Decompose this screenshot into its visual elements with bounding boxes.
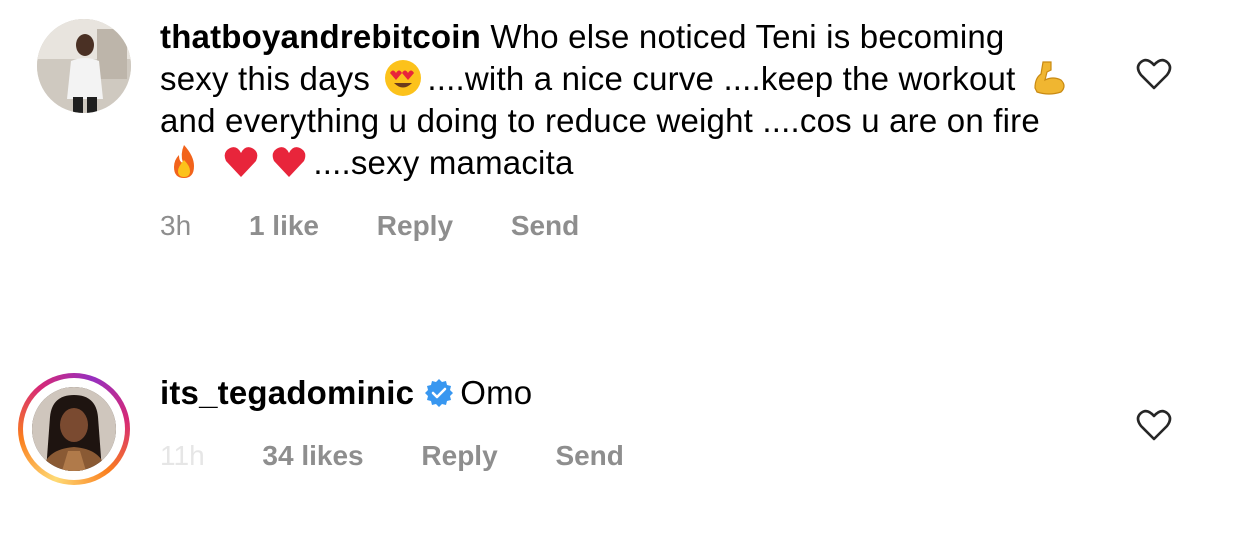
username[interactable]: its_tegadominic xyxy=(160,374,414,411)
comment-body: its_tegadominic Omo 11h 34 likes Reply Se… xyxy=(160,372,1080,472)
comment-body: thatboyandrebitcoin Who else noticed Ten… xyxy=(160,16,1080,242)
comment-text: thatboyandrebitcoin Who else noticed Ten… xyxy=(160,16,1080,184)
fire-emoji xyxy=(174,145,194,178)
send-button[interactable]: Send xyxy=(555,440,623,472)
comment-text-part: and everything u doing to reduce weight … xyxy=(160,102,1040,139)
comment-text: its_tegadominic Omo xyxy=(160,372,1080,414)
comment-item: thatboyandrebitcoin Who else noticed Ten… xyxy=(0,0,1242,320)
heart-eyes-emoji xyxy=(385,60,422,96)
avatar[interactable] xyxy=(37,19,131,113)
likes-count[interactable]: 34 likes xyxy=(262,440,363,472)
comment-text-part: ....sexy mamacita xyxy=(313,144,574,181)
story-ring[interactable] xyxy=(18,373,130,485)
timestamp: 3h xyxy=(160,210,192,241)
verified-badge-icon xyxy=(425,379,454,407)
likes-count[interactable]: 1 like xyxy=(249,210,319,242)
comment-item: its_tegadominic Omo 11h 34 likes Reply Se… xyxy=(0,360,1242,510)
send-button[interactable]: Send xyxy=(511,210,579,242)
comment-meta: 3h 1 like Reply Send xyxy=(160,210,1080,242)
story-ring-inner xyxy=(23,378,125,480)
avatar[interactable] xyxy=(32,387,116,471)
heart-outline-icon[interactable] xyxy=(1136,57,1172,91)
comment-text-part: Omo xyxy=(460,374,533,411)
comment-text-part xyxy=(208,144,217,181)
red-heart-emoji xyxy=(225,147,258,177)
reply-button[interactable]: Reply xyxy=(421,440,497,472)
username[interactable]: thatboyandrebitcoin xyxy=(160,18,481,55)
reply-button[interactable]: Reply xyxy=(377,210,453,242)
timestamp: 11h xyxy=(160,440,205,471)
flexed-biceps-emoji xyxy=(1034,61,1065,95)
comment-text-part: ....with a nice curve ....keep the worko… xyxy=(427,60,1025,97)
comment-meta: 11h 34 likes Reply Send xyxy=(160,440,1080,472)
heart-outline-icon[interactable] xyxy=(1136,408,1172,442)
red-heart-emoji xyxy=(273,147,306,177)
